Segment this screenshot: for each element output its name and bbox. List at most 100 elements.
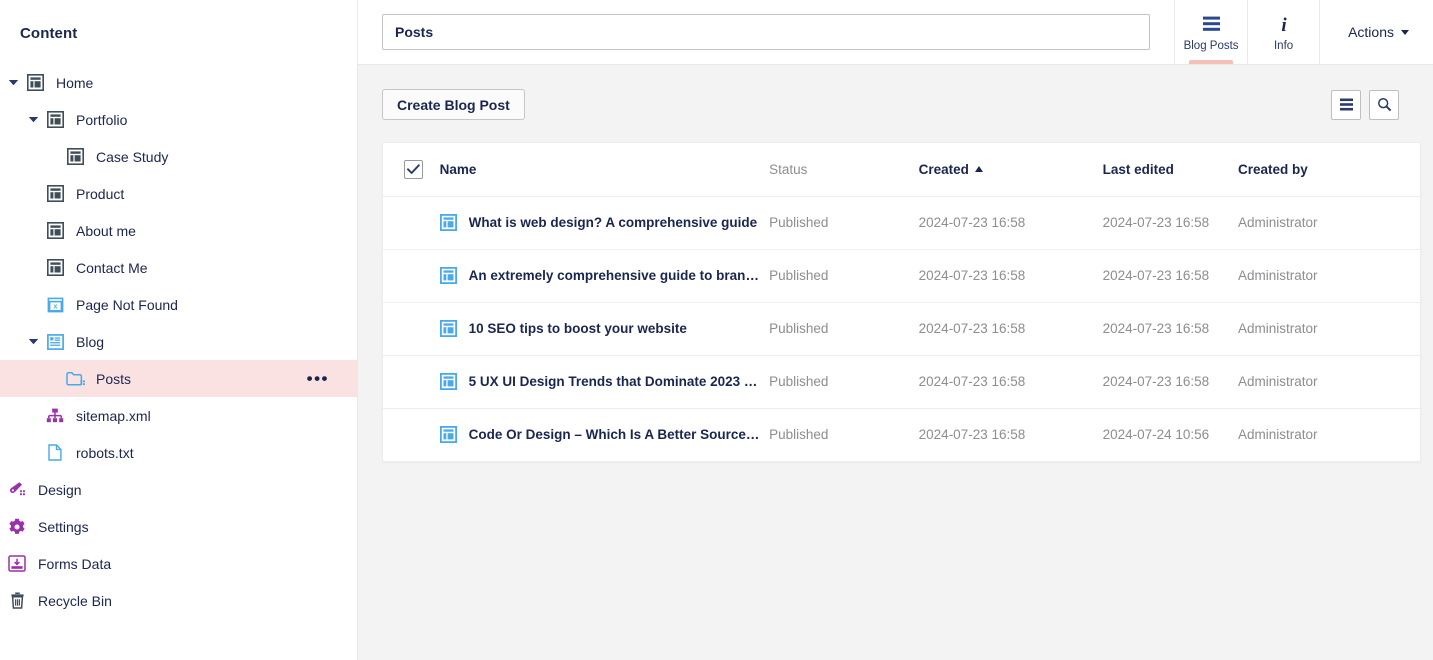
row-status-cell: Published [769, 249, 919, 303]
tree-item-posts[interactable]: Posts ••• [0, 360, 357, 397]
actions-label: Actions [1348, 24, 1394, 40]
info-icon: i [1277, 13, 1291, 35]
tree-item-contact-me[interactable]: Contact Me [0, 249, 357, 286]
page-blue-icon [439, 373, 457, 390]
row-status-cell: Published [769, 302, 919, 356]
row-name-link[interactable]: An extremely comprehensive guide to bran… [469, 268, 761, 283]
row-checkbox-cell[interactable] [383, 355, 440, 409]
page-404-icon: x [42, 297, 68, 313]
posts-table-card: Name Status Created Last edited Created by W… [382, 142, 1421, 462]
main-panel: Blog Posts i Info Actions Create Blog Po… [358, 0, 1433, 660]
page-blue-icon [439, 426, 457, 444]
tree-item-label: Product [76, 185, 125, 202]
row-status-cell: Published [769, 196, 919, 250]
table-body: What is web design? A comprehensive guid… [383, 196, 1420, 461]
row-name-cell: What is web design? A comprehensive guid… [439, 196, 770, 250]
tree-item-robots-txt[interactable]: robots.txt [0, 434, 357, 471]
search-button[interactable] [1369, 89, 1399, 120]
toolbar-right-group [1331, 89, 1418, 120]
column-header-name[interactable]: Name [439, 143, 770, 197]
row-name-cell: 5 UX UI Design Trends that Dominate 2023… [439, 355, 770, 409]
tree-item-more-actions-icon[interactable]: ••• [307, 370, 347, 387]
create-blog-post-button[interactable]: Create Blog Post [382, 89, 525, 120]
sidebar-item-forms-data[interactable]: Forms Data [0, 545, 357, 582]
sidebar-title: Content [20, 25, 78, 42]
content-tree: Home Portfolio Case Study Product About … [0, 64, 357, 471]
tree-item-label: Page Not Found [76, 296, 178, 313]
file-icon [42, 444, 68, 461]
table-row[interactable]: Code Or Design – Which Is A Better Sourc… [383, 408, 1420, 461]
table-row[interactable]: What is web design? A comprehensive guid… [383, 196, 1420, 250]
page-blue-icon [439, 320, 457, 337]
row-edited-cell: 2024-07-24 10:56 [1102, 427, 1210, 443]
sidebar-item-settings[interactable]: Settings [0, 508, 357, 545]
expand-caret-icon[interactable] [24, 115, 42, 124]
row-name-link[interactable]: What is web design? A comprehensive guid… [469, 215, 758, 230]
column-header-created[interactable]: Created [918, 143, 1103, 197]
row-checkbox-cell[interactable] [383, 196, 440, 250]
column-header-edited[interactable]: Last edited [1102, 143, 1239, 197]
tree-item-page-not-found[interactable]: x Page Not Found [0, 286, 357, 323]
sort-ascending-icon [974, 165, 983, 172]
column-header-label: Status [769, 161, 808, 177]
folder-icon [62, 371, 88, 387]
row-name-cell: An extremely comprehensive guide to bran… [439, 249, 770, 303]
row-edited-cell: 2024-07-23 16:58 [1102, 196, 1239, 250]
tree-item-label: Home [56, 74, 94, 91]
list-view-button[interactable] [1331, 89, 1361, 120]
expand-caret-icon[interactable] [24, 337, 42, 346]
sidebar-item-design[interactable]: Design [0, 471, 357, 508]
row-by-cell: Administrator [1238, 302, 1420, 356]
table-head: Name Status Created Last edited Created by [383, 143, 1420, 197]
blog-icon [42, 333, 68, 350]
page-icon [42, 222, 68, 239]
list-toolbar: Create Blog Post [382, 89, 1418, 120]
tab-label: Info [1273, 39, 1294, 52]
sidebar-item-recycle-bin[interactable]: Recycle Bin [0, 582, 357, 619]
sidebar-item-label: Recycle Bin [38, 592, 112, 609]
page-title-input[interactable] [382, 14, 1150, 50]
row-edited-cell: 2024-07-23 16:58 [1102, 355, 1239, 409]
svg-text:i: i [1281, 15, 1287, 34]
row-name-link[interactable]: 5 UX UI Design Trends that Dominate 2023… [469, 374, 761, 389]
sitemap-icon [42, 408, 68, 424]
tree-item-blog[interactable]: Blog [0, 323, 357, 360]
column-header-label: Created by [1238, 161, 1308, 177]
table-row[interactable]: 5 UX UI Design Trends that Dominate 2023… [383, 355, 1420, 409]
table-row[interactable]: 10 SEO tips to boost your website Publish… [383, 302, 1420, 356]
svg-text:x: x [53, 303, 57, 310]
page-icon [42, 111, 68, 128]
tree-item-case-study[interactable]: Case Study [0, 138, 357, 175]
column-header-by[interactable]: Created by [1238, 143, 1420, 197]
forms-icon [4, 555, 30, 572]
tree-item-product[interactable]: Product [0, 175, 357, 212]
row-checkbox-cell[interactable] [383, 249, 440, 303]
table-header-row: Name Status Created Last edited Created by [383, 143, 1420, 197]
actions-dropdown-button[interactable]: Actions [1326, 0, 1433, 64]
tree-item-about-me[interactable]: About me [0, 212, 357, 249]
tree-item-label: robots.txt [76, 444, 134, 461]
row-name-link[interactable]: 10 SEO tips to boost your website [469, 321, 687, 336]
tree-item-label: Blog [76, 333, 105, 350]
expand-caret-icon[interactable] [4, 78, 22, 87]
tree-item-portfolio[interactable]: Portfolio [0, 101, 357, 138]
row-name-link[interactable]: Code Or Design – Which Is A Better Sourc… [469, 427, 761, 442]
tab-info[interactable]: i Info [1247, 0, 1321, 64]
gear-icon [4, 518, 30, 536]
column-header-status[interactable]: Status [769, 143, 919, 197]
row-by-cell: Administrator [1238, 427, 1318, 443]
tree-item-sitemap-xml[interactable]: sitemap.xml [0, 397, 357, 434]
sidebar-item-label: Design [38, 481, 82, 498]
select-all-checkbox[interactable] [404, 159, 423, 179]
tree-item-label: Case Study [96, 148, 169, 165]
row-name-cell: Code Or Design – Which Is A Better Sourc… [439, 408, 769, 461]
page-icon [62, 148, 88, 165]
row-checkbox-cell[interactable] [383, 302, 440, 356]
row-edited-cell: 2024-07-23 16:58 [1102, 249, 1239, 303]
sidebar-item-label: Settings [38, 518, 89, 535]
tab-blog-posts[interactable]: Blog Posts [1174, 0, 1247, 64]
tree-item-home[interactable]: Home [0, 64, 357, 101]
table-row[interactable]: An extremely comprehensive guide to bran… [383, 249, 1420, 303]
row-checkbox-cell[interactable] [383, 408, 440, 461]
row-created-cell: 2024-07-23 16:58 [918, 196, 1103, 250]
